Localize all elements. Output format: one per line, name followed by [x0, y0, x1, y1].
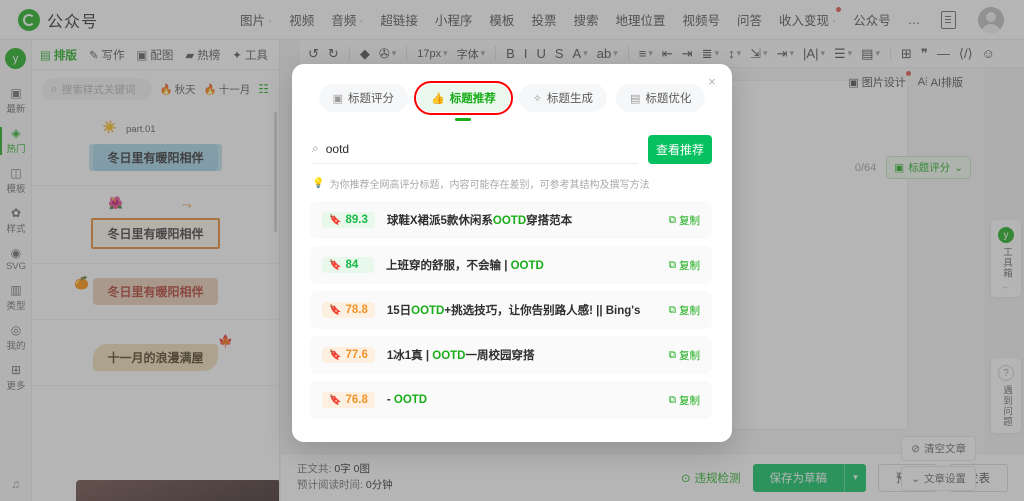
- modal-search-row: ⌕ ootd 查看推荐: [312, 134, 712, 164]
- modal-tab-label: 标题优化: [645, 93, 692, 105]
- score-value: 89.3: [345, 214, 368, 226]
- copy-button[interactable]: ⧉ 复制: [669, 303, 701, 318]
- copy-label: 复制: [679, 304, 700, 317]
- copy-label: 复制: [679, 394, 700, 407]
- recommendation-row[interactable]: 🔖 76.8 - OOTD ⧉ 复制: [310, 381, 712, 419]
- keyword-search-value: ootd: [325, 141, 350, 156]
- copy-button[interactable]: ⧉ 复制: [669, 258, 701, 273]
- recommendation-row[interactable]: 🔖 84 上班穿的舒服，不会输 | OOTD ⧉ 复制: [310, 246, 712, 284]
- copy-label: 复制: [679, 214, 700, 227]
- modal-tab-3[interactable]: ▤ 标题优化: [615, 84, 706, 112]
- app-root: 公众号 图片视频音频超链接小程序模板投票搜索地理位置视频号问答收入变现公众号… …: [0, 0, 1024, 501]
- copy-icon: ⧉: [668, 348, 677, 361]
- copy-icon: ⧉: [668, 393, 677, 406]
- copy-icon: ⧉: [668, 213, 677, 226]
- recommendation-score: 🔖 76.8: [322, 392, 375, 408]
- copy-label: 复制: [679, 349, 700, 362]
- recommendation-row[interactable]: 🔖 77.6 1冰1真 | OOTD一周校园穿搭 ⧉ 复制: [310, 336, 712, 374]
- copy-icon: ⧉: [668, 303, 677, 316]
- modal-tab-icon: ✧: [532, 92, 542, 105]
- copy-icon: ⧉: [668, 258, 677, 271]
- copy-button[interactable]: ⧉ 复制: [669, 348, 701, 363]
- score-value: 76.8: [345, 394, 368, 406]
- modal-tab-0[interactable]: ▣ 标题评分: [318, 84, 409, 112]
- recommendation-score: 🔖 77.6: [322, 347, 375, 363]
- modal-hint-text: 为你推荐全网高评分标题，内容可能存在差别，可参考其结构及撰写方法: [329, 180, 650, 191]
- recommendation-list[interactable]: 🔖 89.3 球鞋X裙派5款休闲系OOTD穿搭范本 ⧉ 复制 🔖 84 上班穿的舒服，不会输 …: [310, 201, 714, 426]
- keyword-highlight: OOTD: [393, 394, 428, 406]
- recommendation-row[interactable]: 🔖 78.8 15日OOTD+挑选技巧，让你告别路人感! || Bing's ⧉ 复制: [310, 291, 712, 329]
- bookmark-icon: 🔖: [329, 304, 342, 316]
- keyword-highlight: OOTD: [432, 350, 466, 362]
- keyword-highlight: OOTD: [492, 215, 527, 227]
- recommendation-title: 15日OOTD+挑选技巧，让你告别路人感! || Bing's: [386, 305, 641, 317]
- modal-tab-icon: 👍: [431, 92, 445, 105]
- recommendation-row[interactable]: 🔖 89.3 球鞋X裙派5款休闲系OOTD穿搭范本 ⧉ 复制: [310, 201, 712, 239]
- bookmark-icon: 🔖: [329, 259, 342, 271]
- search-icon: ⌕: [312, 141, 319, 155]
- modal-tabs: ▣ 标题评分 👍 标题推荐 ✧ 标题生成 ▤ 标题优化: [310, 78, 714, 115]
- recommendation-score: 🔖 84: [322, 257, 374, 273]
- modal-tab-icon: ▣: [332, 92, 344, 105]
- bookmark-icon: 🔖: [329, 349, 342, 361]
- modal-hint: 💡 为你推荐全网高评分标题，内容可能存在差别，可参考其结构及撰写方法: [312, 176, 712, 191]
- close-icon[interactable]: ×: [705, 75, 719, 89]
- recommendation-title: 1冰1真 | OOTD一周校园穿搭: [386, 350, 535, 362]
- score-value: 77.6: [345, 349, 368, 361]
- keyword-highlight: OOTD: [411, 305, 445, 317]
- modal-tab-label: 标题生成: [546, 93, 593, 105]
- modal-tab-label: 标题推荐: [449, 93, 496, 105]
- modal-tab-2[interactable]: ✧ 标题生成: [518, 84, 607, 112]
- score-value: 84: [345, 259, 359, 271]
- copy-button[interactable]: ⧉ 复制: [669, 393, 701, 408]
- modal-tab-1[interactable]: 👍 标题推荐: [414, 81, 513, 115]
- recommendation-score: 🔖 78.8: [322, 302, 375, 318]
- keyword-highlight: OOTD: [510, 260, 544, 272]
- copy-label: 复制: [679, 259, 700, 272]
- recommendation-title: 上班穿的舒服，不会输 | OOTD: [386, 260, 544, 272]
- bookmark-icon: 🔖: [329, 214, 342, 226]
- keyword-search-input[interactable]: ⌕ ootd: [312, 134, 638, 164]
- recommendation-title: - OOTD: [386, 394, 428, 406]
- modal-tab-icon: ▤: [629, 92, 641, 105]
- score-value: 78.8: [345, 304, 368, 316]
- recommendation-score: 🔖 89.3: [322, 212, 375, 228]
- bookmark-icon: 🔖: [329, 394, 342, 406]
- title-assistant-modal: × ▣ 标题评分 👍 标题推荐 ✧ 标题生成 ▤ 标题优化 ⌕ ootd 查看推荐 💡 为你推…: [292, 64, 732, 442]
- recommendation-title: 球鞋X裙派5款休闲系OOTD穿搭范本: [386, 215, 573, 227]
- lightbulb-icon: 💡: [312, 178, 325, 189]
- modal-tab-label: 标题评分: [348, 93, 395, 105]
- view-recommendations-button[interactable]: 查看推荐: [648, 134, 712, 164]
- copy-button[interactable]: ⧉ 复制: [669, 213, 701, 228]
